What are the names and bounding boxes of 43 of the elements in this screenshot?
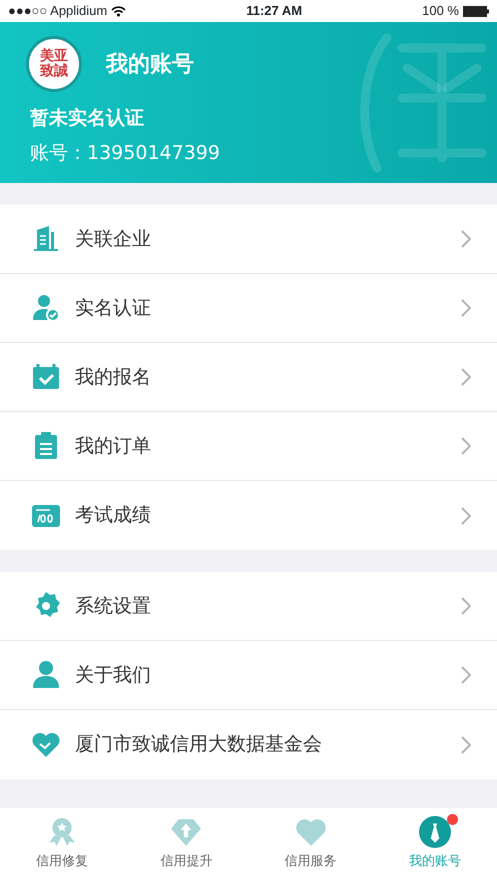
chevron-icon — [461, 299, 471, 317]
menu-item[interactable]: 考试成绩 — [0, 481, 497, 550]
menu-label: 关于我们 — [75, 662, 152, 688]
logo-text: 美亚 — [40, 49, 68, 64]
menu-item[interactable]: 我的订单 — [0, 412, 497, 481]
building-icon — [31, 224, 61, 254]
menu-item[interactable]: 实名认证 — [0, 274, 497, 343]
account-number: 账号：13950147399 — [29, 140, 220, 166]
verification-status: 暂未实名认证 — [29, 106, 144, 131]
tab-button[interactable]: 信用提升 — [124, 808, 248, 883]
menu-item[interactable]: 关于我们 — [0, 641, 497, 710]
diamond-arrow-icon — [170, 816, 202, 848]
clock-text: 11:27 AM — [246, 2, 302, 20]
menu-item[interactable]: 厦门市致诚信用大数据基金会 — [0, 710, 497, 779]
page-title: 我的账号 — [106, 50, 194, 78]
user-icon — [31, 660, 61, 690]
logo-text: 致誠 — [40, 64, 68, 79]
chevron-icon — [461, 506, 471, 524]
calendar-check-icon — [31, 362, 61, 392]
menu-label: 我的订单 — [75, 434, 152, 459]
menu-label: 系统设置 — [75, 594, 152, 619]
tab-button[interactable]: 信用修复 — [0, 808, 124, 883]
tab-button[interactable]: 信用服务 — [248, 808, 373, 883]
battery-text: 100 % — [422, 2, 459, 20]
chevron-icon — [461, 597, 471, 615]
battery-icon — [462, 6, 489, 16]
user-check-icon — [31, 293, 61, 323]
menu-label: 我的报名 — [75, 364, 152, 390]
menu-item[interactable]: 关联企业 — [0, 205, 497, 274]
chevron-icon — [461, 368, 471, 386]
chevron-icon — [461, 666, 471, 684]
chevron-icon — [461, 437, 471, 455]
menu-item[interactable]: 我的报名 — [0, 343, 497, 412]
menu-item[interactable]: 系统设置 — [0, 572, 497, 641]
menu-label: 关联企业 — [75, 226, 152, 252]
tie-icon — [418, 816, 451, 848]
menu-label: 实名认证 — [75, 296, 152, 321]
chevron-icon — [461, 736, 471, 754]
menu-label: 厦门市致诚信用大数据基金会 — [75, 732, 323, 758]
carrier-text: ●●●○○ Applidium — [8, 2, 108, 20]
chevron-icon — [461, 230, 471, 248]
wifi-icon — [111, 6, 126, 16]
menu-label: 考试成绩 — [75, 503, 152, 528]
